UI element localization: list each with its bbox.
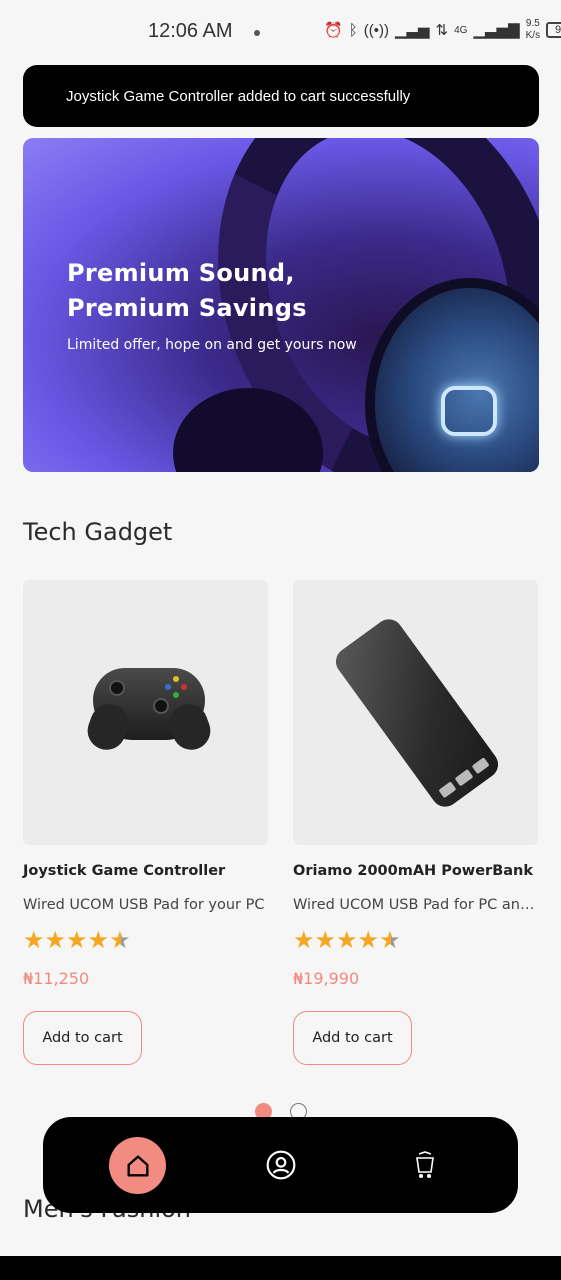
profile-icon: [266, 1150, 296, 1180]
bottom-navigation: [43, 1117, 518, 1213]
star-icon: ★: [314, 926, 337, 954]
rating-stars: ★ ★ ★ ★ ★: [23, 927, 268, 953]
signal-icon-2: ▁▃▅▇: [473, 22, 520, 39]
toast-message: Joystick Game Controller added to cart s…: [66, 87, 411, 105]
usb-ports: [438, 757, 490, 799]
network-type: 4G: [454, 24, 468, 36]
add-to-cart-button[interactable]: Add to cart: [293, 1011, 412, 1065]
status-time: 12:06 AM: [148, 20, 233, 42]
half-star-icon: ★: [379, 926, 401, 954]
controller-image: [93, 668, 205, 740]
star-icon: ★: [336, 926, 358, 954]
product-description: Wired UCOM USB Pad for your PC: [23, 897, 265, 913]
hotspot-icon: ((•)): [363, 21, 389, 39]
star-icon: ★: [23, 926, 45, 954]
star-icon: ★: [87, 926, 110, 954]
signal-icon: ▁▃▅: [394, 22, 430, 39]
left-stick: [109, 680, 125, 696]
home-icon: [126, 1155, 148, 1176]
alarm-icon: ⏰: [324, 22, 343, 39]
section-title: Tech Gadget: [23, 518, 173, 546]
product-card[interactable]: Joystick Game Controller Wired UCOM USB …: [23, 580, 268, 1065]
status-bar: 12:06 AM ⏰ ᛒ ((•)) ▁▃▅ ⇅ 4G ▁▃▅▇ 9.5 K/s…: [0, 0, 561, 64]
add-to-cart-button[interactable]: Add to cart: [23, 1011, 142, 1065]
star-icon: ★: [44, 926, 67, 954]
nav-profile-button[interactable]: [264, 1148, 298, 1182]
star-icon: ★: [293, 926, 315, 954]
cart-icon: [416, 1151, 434, 1178]
speed-unit: K/s: [525, 30, 541, 41]
network-speed: 9.5 K/s: [526, 18, 540, 42]
notification-dot: [254, 30, 260, 36]
y-button: [173, 676, 179, 682]
status-icons: ⏰ ᛒ ((•)) ▁▃▅ ⇅ 4G ▁▃▅▇ 9.5 K/s 93: [324, 18, 561, 42]
product-image[interactable]: [293, 580, 538, 845]
nav-cart-button[interactable]: [408, 1148, 442, 1182]
star-icon: ★: [66, 926, 88, 954]
banner-subtitle: Limited offer, hope on and get yours now: [67, 337, 357, 353]
right-stick: [153, 698, 169, 714]
battery-icon: 93: [546, 22, 561, 38]
x-button: [165, 684, 171, 690]
star-icon: ★: [357, 926, 380, 954]
promo-banner[interactable]: Premium Sound, Premium Savings Limited o…: [23, 138, 539, 472]
bluetooth-icon: ᛒ: [348, 21, 358, 39]
product-price: ₦19,990: [293, 969, 360, 988]
product-image[interactable]: [23, 580, 268, 845]
nav-home-button[interactable]: [109, 1137, 166, 1194]
product-description: Wired UCOM USB Pad for PC and laptop: [293, 897, 538, 913]
data-transfer-icon: ⇅: [435, 22, 449, 39]
toast-notification: Joystick Game Controller added to cart s…: [23, 65, 539, 127]
product-name[interactable]: Oriamo 2000mAH PowerBank: [293, 863, 538, 879]
a-button: [173, 692, 179, 698]
powerbank-image: [330, 613, 504, 813]
headphone-logo: [441, 386, 497, 436]
half-star-icon: ★: [109, 926, 131, 954]
product-card[interactable]: Oriamo 2000mAH PowerBank Wired UCOM USB …: [293, 580, 538, 1065]
banner-title: Premium Sound, Premium Savings: [67, 259, 307, 322]
product-name[interactable]: Joystick Game Controller: [23, 863, 268, 879]
speed-value: 9.5: [525, 18, 540, 29]
b-button: [181, 684, 187, 690]
rating-stars: ★ ★ ★ ★ ★: [293, 927, 538, 953]
system-nav-bar: [0, 1256, 561, 1280]
product-price: ₦11,250: [23, 969, 90, 988]
